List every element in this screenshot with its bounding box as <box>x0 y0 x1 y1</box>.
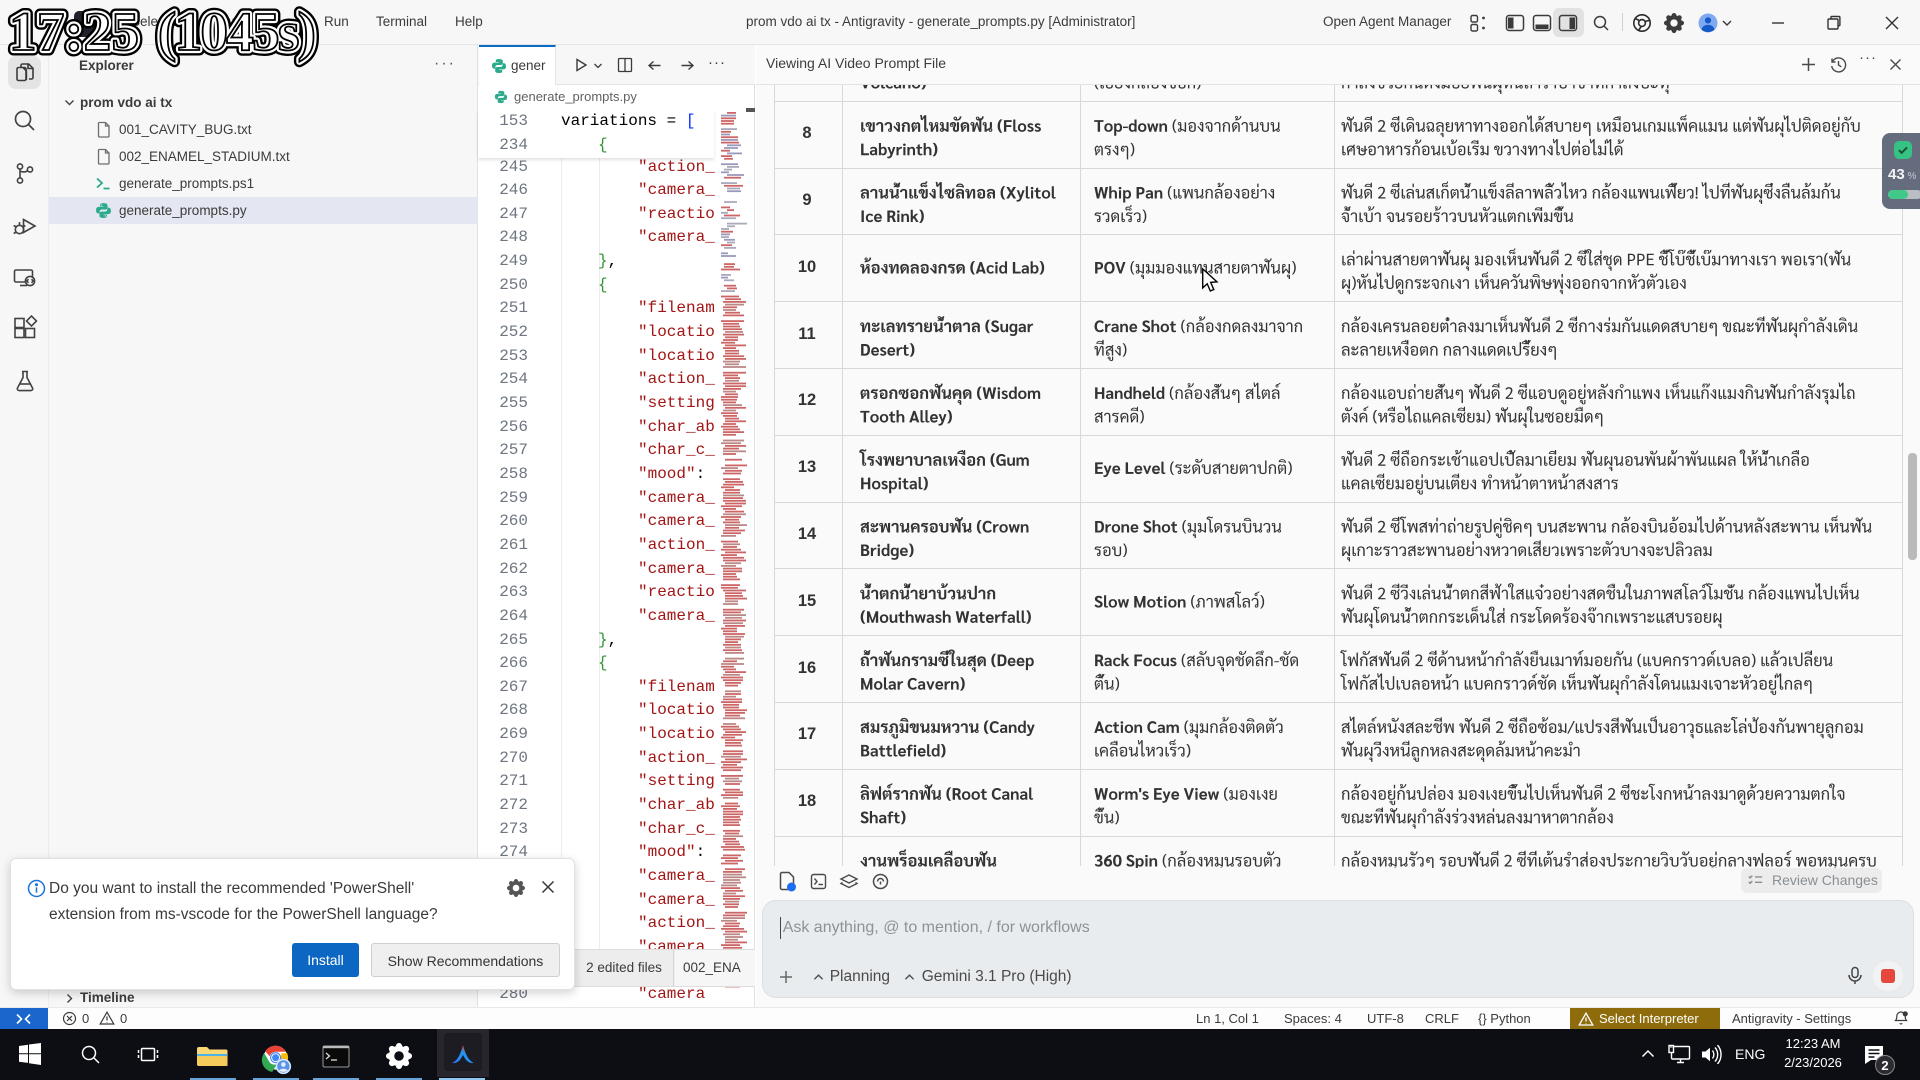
svg-text:17:25: 17:25 <box>9 1 139 62</box>
svg-text:(1045s): (1045s) <box>158 1 316 62</box>
